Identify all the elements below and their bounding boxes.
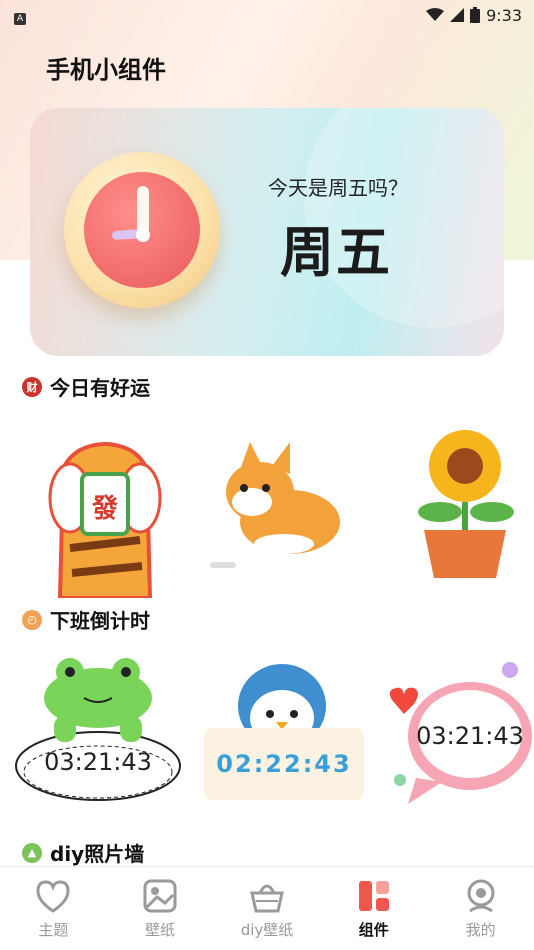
notification-a-icon: A (14, 12, 26, 25)
friday-question: 今天是周五吗？ (268, 176, 408, 200)
heart-icon (36, 880, 70, 913)
clock-small-icon: ◴ (22, 609, 42, 630)
status-right: 9:33 (426, 6, 522, 25)
penguin-timer-widget[interactable]: 02:22:43 (204, 662, 364, 802)
frog-sticker (15, 658, 181, 801)
tab-wallpaper-label: 壁纸 (145, 921, 176, 939)
tab-wallpaper[interactable]: 壁纸 (115, 877, 205, 940)
clock-face (84, 172, 200, 288)
section-luck-title: 今日有好运 (50, 376, 150, 400)
tab-diy-wallpaper-label: diy壁纸 (240, 921, 294, 939)
luck-sticker-row: 發 (0, 420, 534, 600)
bubble-timer-widget[interactable]: 03:21:43 (386, 660, 532, 810)
friday-widget-card[interactable]: 今天是周五吗？ 周五 (30, 108, 504, 356)
section-luck-header: 财 今日有好运 (22, 372, 150, 401)
tab-widgets-label: 组件 (358, 921, 389, 939)
section-countdown-header: ◴ 下班倒计时 (22, 605, 150, 634)
widget-icon (358, 881, 389, 911)
clock-time: 9:33 (486, 5, 522, 25)
image-icon (143, 879, 177, 913)
status-bar: A 9:33 (0, 0, 534, 30)
penguin-sticker (204, 664, 364, 800)
section-photo-wall-header: ▲ diy照片墙 (22, 838, 144, 867)
landscape-icon: ▲ (22, 842, 42, 863)
bubble-timer-text: 03:21:43 (416, 722, 524, 750)
tab-profile[interactable]: 我的 (436, 877, 526, 940)
bottom-tab-bar: 主题 壁纸 diy壁纸 组件 我的 (0, 866, 534, 950)
countdown-row: 03:21:43 02:22:43 03:21:43 (0, 656, 534, 816)
tab-theme-label: 主题 (38, 921, 69, 939)
wifi-icon (426, 8, 445, 21)
basket-icon (250, 884, 284, 913)
penguin-timer-text: 02:22:43 (216, 750, 352, 778)
signal-icon (450, 8, 465, 22)
profile-icon (467, 879, 495, 913)
shiba-dog-sticker[interactable] (210, 432, 350, 572)
battery-icon (470, 7, 481, 23)
fortune-icon: 财 (22, 376, 42, 397)
frog-timer-text: 03:21:43 (44, 748, 152, 776)
alarm-clock-icon (64, 152, 220, 308)
status-left: A (14, 6, 26, 25)
section-countdown-title: 下班倒计时 (50, 609, 150, 633)
tab-profile-label: 我的 (465, 921, 496, 939)
page-title: 手机小组件 (46, 56, 166, 84)
sunflower-sticker[interactable] (410, 426, 520, 586)
tab-widgets[interactable]: 组件 (329, 877, 419, 940)
section-photo-wall-title: diy照片墙 (50, 842, 145, 866)
tab-theme[interactable]: 主题 (8, 877, 98, 940)
hour-hand (137, 186, 149, 234)
mahjong-tile-text: 發 (91, 494, 118, 524)
friday-answer: 周五 (280, 221, 392, 284)
frog-timer-widget[interactable]: 03:21:43 (14, 656, 182, 804)
tab-diy-wallpaper[interactable]: diy壁纸 (222, 877, 312, 940)
clock-hub (136, 228, 150, 242)
